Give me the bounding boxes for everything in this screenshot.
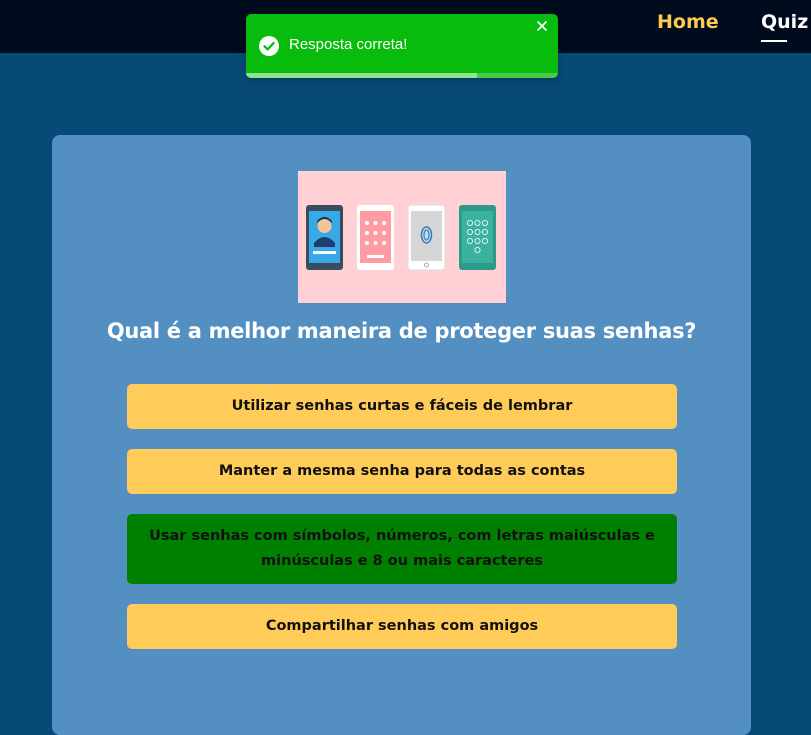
quiz-illustration — [298, 171, 506, 303]
smartphone-lock-screens-icon — [306, 204, 496, 271]
answer-option-4[interactable]: Compartilhar senhas com amigos — [127, 604, 677, 649]
success-toast: Resposta correta! — [246, 14, 558, 78]
close-icon[interactable] — [536, 20, 548, 32]
answer-option-1[interactable]: Utilizar senhas curtas e fáceis de lembr… — [127, 384, 677, 429]
nav-active-underline — [761, 40, 787, 42]
quiz-card: Qual é a melhor maneira de proteger suas… — [52, 135, 751, 735]
answer-option-3-correct[interactable]: Usar senhas com símbolos, números, com l… — [127, 514, 677, 584]
check-circle-icon — [259, 36, 279, 56]
nav-link-home[interactable]: Home — [657, 11, 719, 33]
toast-progress-track — [246, 73, 558, 78]
nav-link-quiz[interactable]: Quiz — [761, 11, 808, 33]
toast-message: Resposta correta! — [289, 36, 408, 53]
toast-progress-bar — [246, 73, 477, 78]
answer-option-2[interactable]: Manter a mesma senha para todas as conta… — [127, 449, 677, 494]
question-text: Qual é a melhor maneira de proteger suas… — [106, 319, 697, 343]
